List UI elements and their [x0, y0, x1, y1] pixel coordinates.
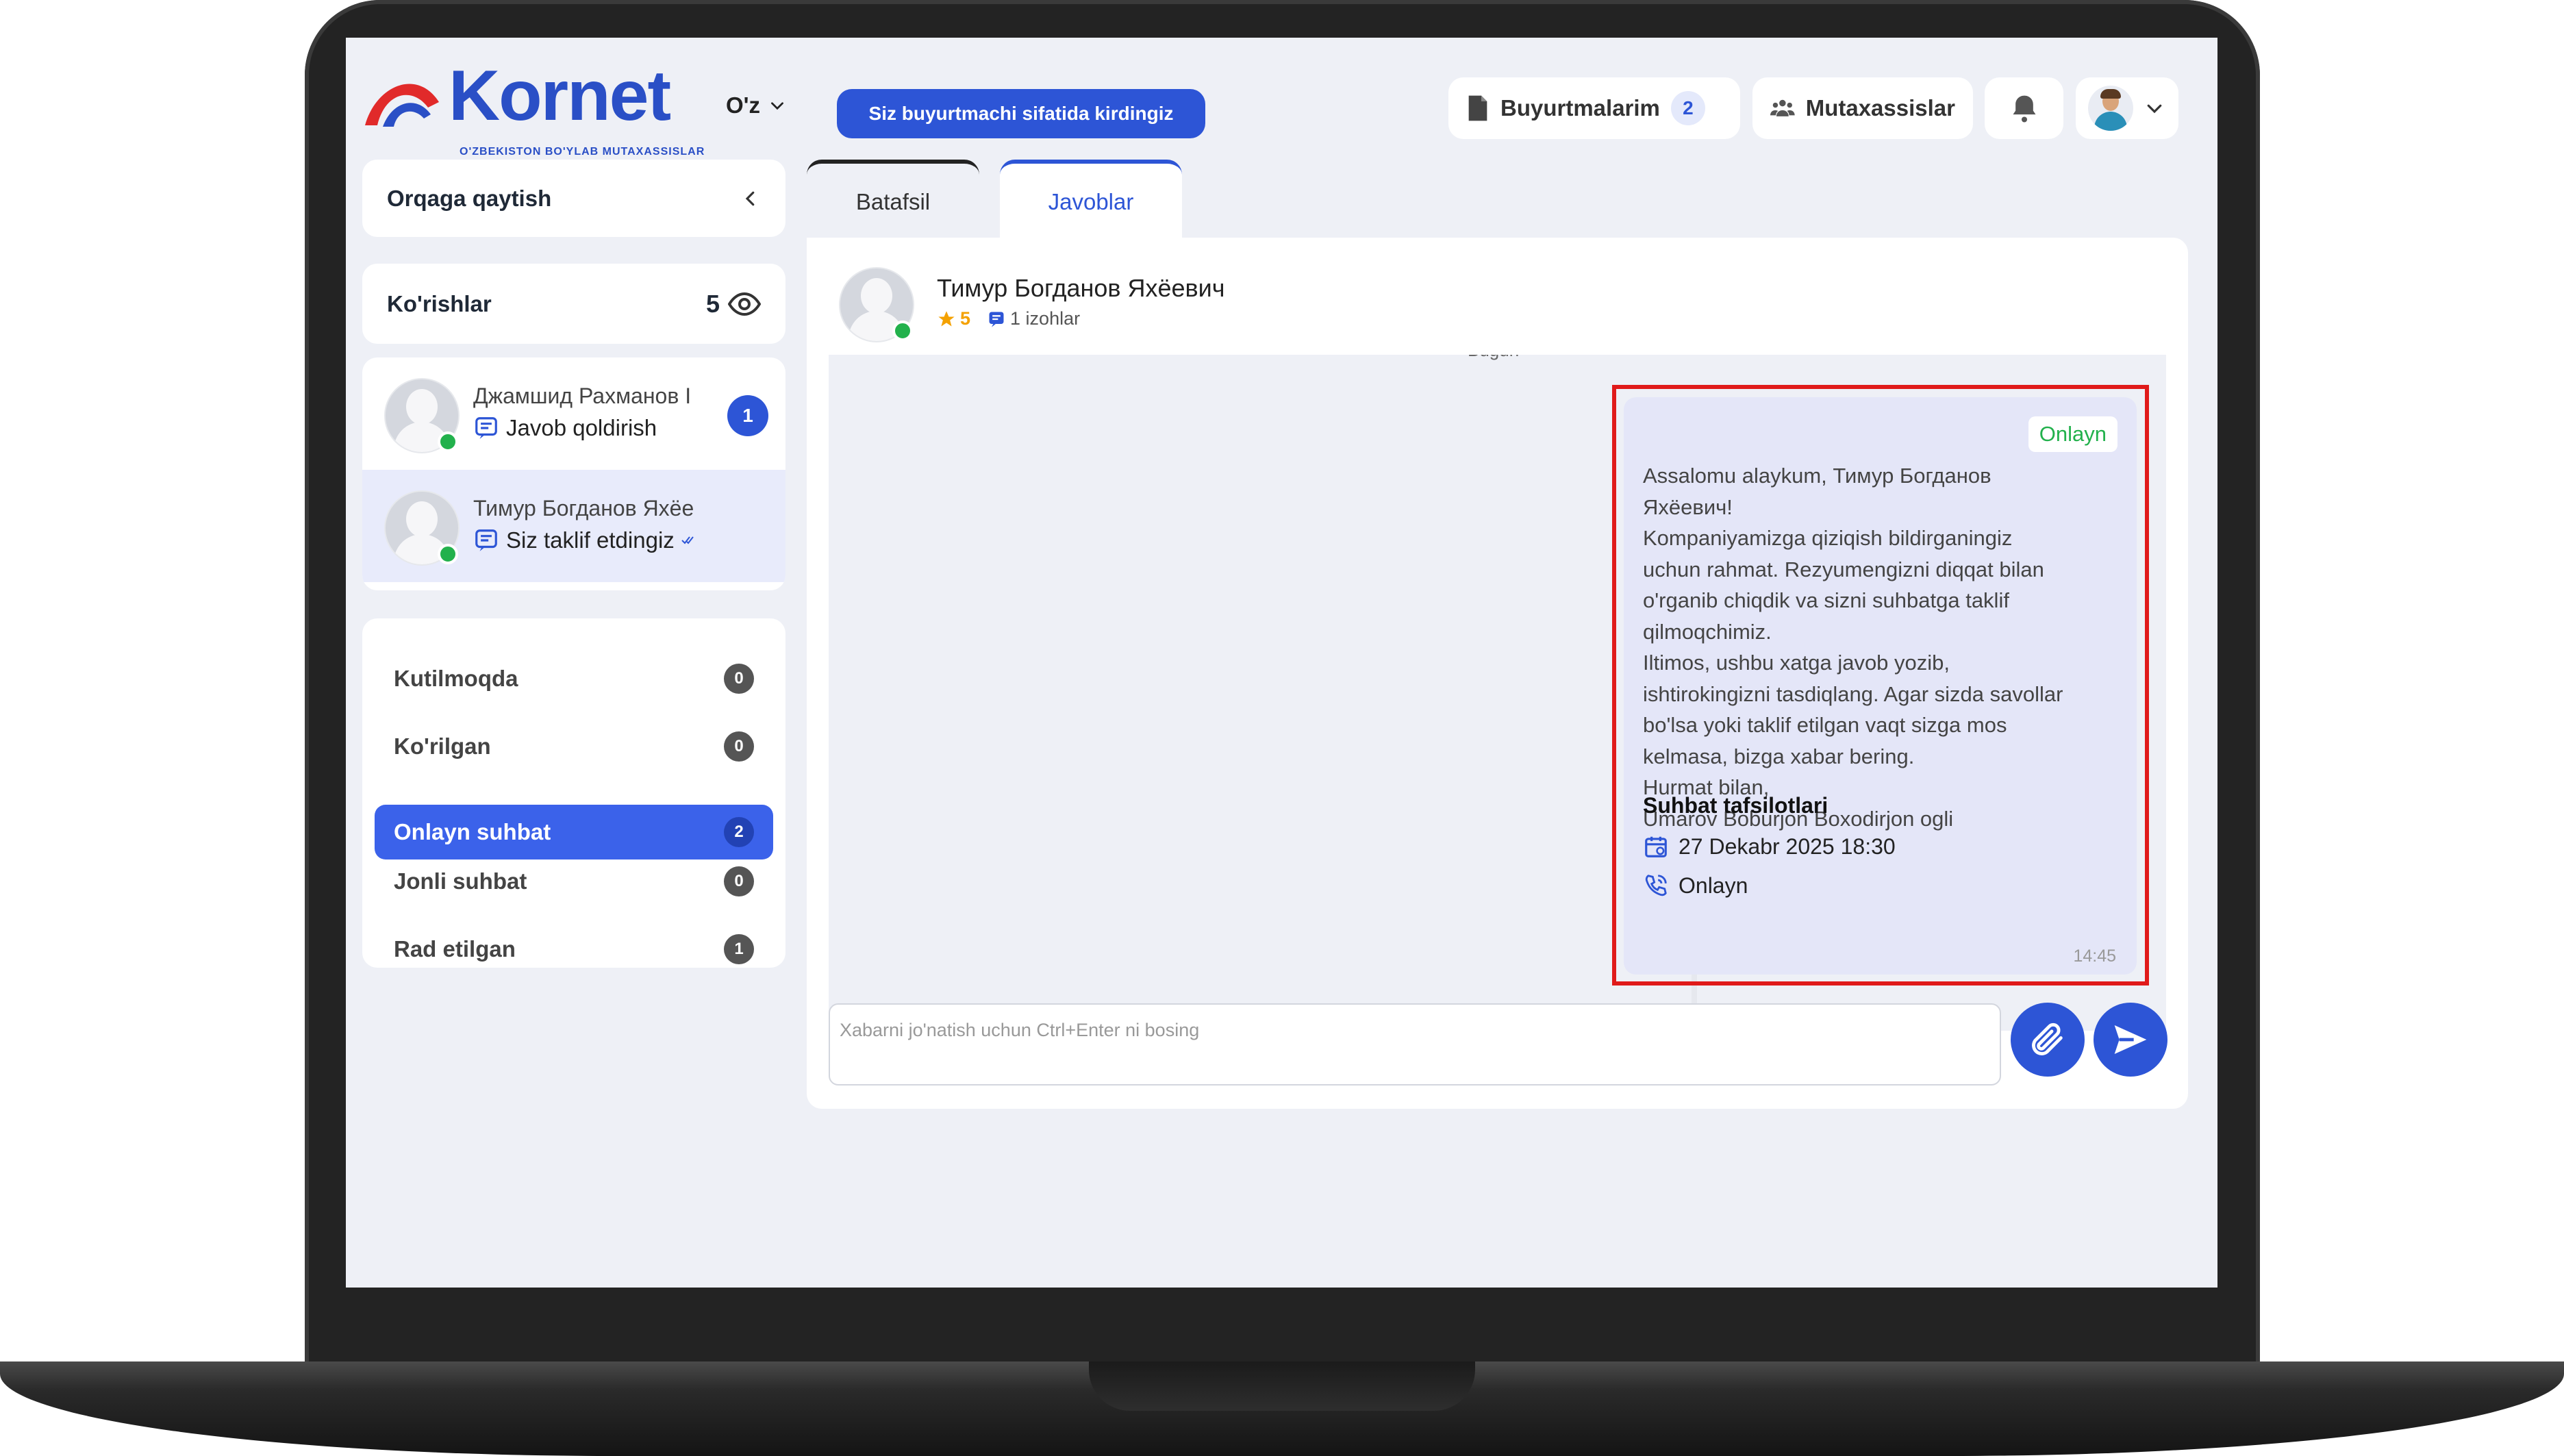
online-status-dot: [438, 544, 458, 564]
status-label: Ko'rilgan: [394, 733, 491, 759]
rating: 5: [937, 308, 970, 329]
comments-count[interactable]: 1 izohlar: [1010, 308, 1080, 329]
status-filter-list: Kutilmoqda 0 Ko'rilgan 0 Onlayn suhbat 2…: [362, 618, 785, 968]
tab-details[interactable]: Batafsil: [807, 160, 979, 240]
comment-icon: [989, 312, 1004, 327]
online-status-dot: [892, 321, 913, 341]
person-meta: 5 1 izohlar: [937, 308, 1080, 329]
contact-subtitle: Siz taklif etdingiz: [473, 527, 696, 553]
customer-mode-button[interactable]: Siz buyurtmachi sifatida kirdingiz: [837, 89, 1205, 138]
contacts-list: Джамшид Рахманов Ι Javob qoldirish 1 Тим…: [362, 357, 785, 590]
views-label: Ko'rishlar: [387, 290, 492, 316]
users-icon: [1770, 99, 1795, 116]
paperclip-icon: [2032, 1022, 2063, 1055]
message-icon: [475, 417, 497, 439]
chevron-left-icon: [745, 191, 755, 205]
kornet-logo[interactable]: Kornet O'ZBEKISTON BO'YLAB MUTAXASSISLAR: [362, 56, 704, 168]
status-item-rejected[interactable]: Rad etilgan 1: [375, 922, 773, 977]
day-separator: Bugun: [1468, 355, 1519, 361]
language-label: O'z: [726, 92, 761, 118]
eye-icon: [728, 292, 761, 316]
laptop-notch: [1089, 1361, 1475, 1411]
language-selector[interactable]: O'z: [726, 92, 786, 118]
status-label: Rad etilgan: [394, 936, 516, 962]
person-name: Тимур Богданов Яхёевич: [937, 274, 1225, 302]
highlight-box: [1612, 385, 2149, 986]
double-check-icon: [681, 536, 694, 544]
contact-subtitle-text: Javob qoldirish: [506, 415, 657, 440]
status-count: 2: [724, 817, 754, 847]
logo-subtitle: O'ZBEKISTON BO'YLAB MUTAXASSISLAR: [460, 146, 705, 158]
status-item-waiting[interactable]: Kutilmoqda 0: [375, 651, 773, 706]
avatar: [384, 490, 460, 566]
document-icon: [1468, 95, 1487, 121]
logo-text: Kornet: [449, 56, 671, 136]
tab-replies[interactable]: Javoblar: [1000, 160, 1182, 240]
bell-icon: [2013, 95, 2035, 123]
contact-name: Джамшид Рахманов Ι: [473, 384, 692, 408]
profile-menu-button[interactable]: [2076, 77, 2178, 139]
send-icon: [2114, 1025, 2147, 1054]
views-counter: 5: [706, 290, 761, 318]
status-count: 0: [724, 664, 754, 694]
specialists-button[interactable]: Mutaxassislar: [1752, 77, 1973, 139]
status-count: 0: [724, 866, 754, 896]
avatar: [839, 267, 914, 342]
unread-badge: 1: [727, 395, 768, 436]
notifications-button[interactable]: [1985, 77, 2063, 139]
rating-value: 5: [960, 308, 971, 329]
status-label: Onlayn suhbat: [394, 819, 551, 844]
contact-subtitle-text: Siz taklif etdingiz: [506, 527, 675, 553]
chevron-down-icon: [771, 102, 783, 110]
attach-button[interactable]: [2011, 1003, 2085, 1077]
send-button[interactable]: [2094, 1003, 2167, 1077]
my-orders-label: Buyurtmalarim: [1500, 95, 1660, 121]
specialists-label: Mutaxassislar: [1805, 95, 1955, 121]
star-icon: [938, 310, 955, 326]
contact-item[interactable]: Джамшид Рахманов Ι Javob qoldirish 1: [362, 357, 785, 470]
status-label: Kutilmoqda: [394, 666, 518, 691]
status-item-live-interview[interactable]: Jonli suhbat 0: [375, 854, 773, 909]
logo-arc-icon: [365, 84, 439, 127]
status-count: 0: [724, 731, 754, 762]
views-panel: Ko'rishlar 5: [362, 264, 785, 344]
contact-item-active[interactable]: Тимур Богданов Яхёе Siz taklif etdingiz: [362, 470, 785, 582]
back-button[interactable]: Orqaga qaytish: [362, 160, 785, 237]
online-status-dot: [438, 431, 458, 452]
orders-count-badge: 2: [1670, 91, 1705, 125]
chevron-down-icon: [2147, 104, 2162, 114]
back-label: Orqaga qaytish: [387, 185, 552, 211]
contact-subtitle: Javob qoldirish: [473, 415, 657, 441]
status-count: 1: [724, 934, 754, 964]
message-input[interactable]: [830, 1005, 2000, 1084]
message-icon: [475, 529, 497, 551]
contact-name: Тимур Богданов Яхёе: [473, 496, 694, 520]
avatar: [384, 378, 460, 453]
status-item-viewed[interactable]: Ko'rilgan 0: [375, 719, 773, 774]
status-item-online-interview[interactable]: Onlayn suhbat 2: [375, 805, 773, 859]
message-input-wrapper: [829, 1003, 2001, 1085]
views-count: 5: [705, 289, 720, 318]
status-label: Jonli suhbat: [394, 868, 527, 894]
avatar: [2088, 86, 2133, 131]
my-orders-button[interactable]: Buyurtmalarim 2: [1448, 77, 1740, 139]
app-screen: Kornet O'ZBEKISTON BO'YLAB MUTAXASSISLAR…: [346, 38, 2217, 1288]
